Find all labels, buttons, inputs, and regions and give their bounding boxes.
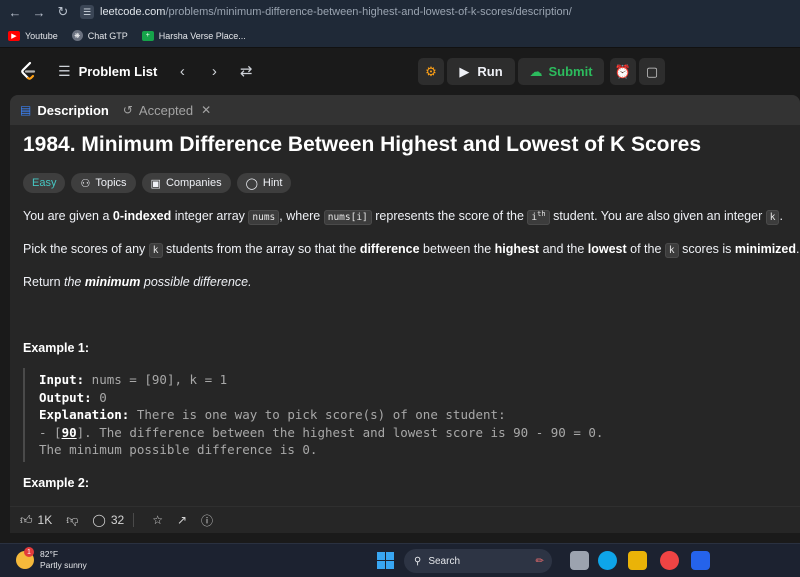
star-icon: ☆ bbox=[152, 513, 163, 527]
app-header: ☰ Problem List ‹ › ⇄ ⚙ ▶ Run ☁ Submit ⏰ … bbox=[0, 50, 800, 92]
search-highlight-icon: ✏ bbox=[535, 555, 544, 567]
chatgpt-icon: ❋ bbox=[71, 30, 83, 41]
reload-icon[interactable]: ↻ bbox=[54, 3, 72, 21]
difficulty-badge: Easy bbox=[23, 173, 66, 193]
description-panel: ▤ Description ↺ Accepted ✕ 1984. Minimum… bbox=[10, 95, 800, 533]
problem-footer: 👍︎ 1K 👎︎ ◯ 32 ☆ ↗ ⓘ bbox=[10, 506, 800, 533]
tab-accepted[interactable]: ↺ Accepted ✕ bbox=[123, 103, 211, 118]
alarm-icon: ⏰ bbox=[614, 63, 632, 79]
lock-icon: ▣ bbox=[150, 177, 161, 190]
run-button[interactable]: ▶ Run bbox=[447, 58, 515, 85]
search-icon: ⚲ bbox=[414, 555, 422, 567]
example-1-heading: Example 1: bbox=[23, 341, 90, 355]
windows-start-icon[interactable] bbox=[377, 552, 394, 569]
share-icon: ↗ bbox=[176, 513, 188, 527]
vscode-icon[interactable] bbox=[691, 551, 710, 570]
site-info-icon[interactable]: ☰ bbox=[80, 5, 94, 19]
weather-sun-icon: 1 bbox=[16, 547, 34, 569]
timer-button[interactable]: ⏰ bbox=[610, 58, 636, 85]
example-1-block: Input: nums = [90], k = 1 Output: 0 Expl… bbox=[23, 368, 623, 462]
share-button[interactable]: ↗ bbox=[177, 513, 187, 527]
weather-desc: Partly sunny bbox=[40, 560, 87, 570]
close-icon[interactable]: ✕ bbox=[201, 103, 211, 117]
problem-list-button[interactable]: ☰ Problem List bbox=[58, 63, 157, 80]
submit-button[interactable]: ☁ Submit bbox=[518, 58, 604, 85]
leetcode-logo-icon[interactable] bbox=[18, 61, 38, 81]
play-icon: ▶ bbox=[459, 63, 470, 79]
note-icon: ▢ bbox=[645, 63, 659, 79]
description-paragraph-1: You are given a 0-indexed integer array … bbox=[23, 209, 783, 225]
divider bbox=[133, 513, 135, 527]
example-1-output: Output: 0 bbox=[39, 389, 107, 405]
weather-widget[interactable]: 1 82°F Partly sunny bbox=[16, 547, 87, 571]
plus-icon: + bbox=[141, 30, 154, 41]
bookmark-harsha[interactable]: + Harsha Verse Place... bbox=[141, 30, 246, 41]
prev-problem-icon[interactable]: ‹ bbox=[175, 63, 189, 80]
list-icon: ☰ bbox=[58, 62, 71, 79]
comments-button[interactable]: ◯ 32 bbox=[92, 513, 138, 527]
debug-button[interactable]: ⚙ bbox=[418, 58, 444, 85]
companies-button[interactable]: ▣ Companies bbox=[141, 173, 231, 193]
weather-temp: 82°F bbox=[40, 549, 59, 559]
description-paragraph-3: Return the minimum possible difference. bbox=[23, 275, 252, 289]
forward-icon[interactable]: → bbox=[30, 3, 48, 21]
edge-browser-icon[interactable] bbox=[598, 551, 617, 570]
tab-description[interactable]: ▤ Description bbox=[20, 103, 109, 118]
comment-icon: ◯ bbox=[92, 513, 106, 527]
topics-button[interactable]: ⚇ Topics bbox=[71, 173, 136, 193]
hint-button[interactable]: ◯ Hint bbox=[236, 173, 292, 193]
problem-tags: Easy ⚇ Topics ▣ Companies ◯ Hint bbox=[23, 173, 297, 193]
address-bar[interactable]: ☰ leetcode.com/problems/minimum-differen… bbox=[80, 3, 572, 21]
bookmark-youtube[interactable]: ▶ Youtube bbox=[8, 30, 58, 41]
next-problem-icon[interactable]: › bbox=[207, 63, 221, 80]
history-icon: ↺ bbox=[122, 103, 133, 117]
url-text: leetcode.com/problems/minimum-difference… bbox=[100, 6, 572, 18]
back-icon[interactable]: ← bbox=[6, 3, 24, 21]
lightbulb-icon: ◯ bbox=[245, 177, 258, 190]
youtube-icon: ▶ bbox=[8, 30, 20, 41]
bookmarks-bar: ▶ Youtube ❋ Chat GTP + Harsha Verse Plac… bbox=[0, 24, 800, 48]
thumbs-down-icon: 👎︎ bbox=[66, 512, 79, 527]
example-2-heading: Example 2: bbox=[23, 476, 90, 490]
panel-tabs: ▤ Description ↺ Accepted ✕ bbox=[10, 95, 800, 125]
example-1-input: Input: nums = [90], k = 1 bbox=[39, 372, 228, 387]
notification-badge: 1 bbox=[24, 547, 34, 557]
like-button[interactable]: 👍︎ 1K bbox=[20, 513, 52, 528]
note-button[interactable]: ▢ bbox=[639, 58, 665, 85]
problem-title: 1984. Minimum Difference Between Highest… bbox=[23, 133, 701, 156]
task-view-icon[interactable] bbox=[570, 551, 589, 570]
bug-icon: ⚙ bbox=[425, 63, 437, 79]
taskbar-search[interactable]: ⚲ Search ✏ bbox=[404, 549, 552, 573]
file-explorer-icon[interactable] bbox=[628, 551, 647, 570]
example-1-explanation-line-2: - [90]. The difference between the highe… bbox=[39, 424, 604, 440]
shuffle-icon[interactable]: ⇄ bbox=[239, 62, 253, 80]
favorite-button[interactable]: ☆ bbox=[152, 513, 163, 527]
chrome-browser-icon[interactable] bbox=[660, 551, 679, 570]
cloud-upload-icon: ☁ bbox=[529, 63, 543, 79]
description-paragraph-2: Pick the scores of any k students from t… bbox=[23, 242, 800, 258]
os-taskbar: 1 82°F Partly sunny ⚲ Search ✏ bbox=[0, 543, 800, 577]
example-1-explanation: Explanation: There is one way to pick sc… bbox=[39, 407, 506, 422]
thumbs-up-icon: 👍︎ bbox=[20, 512, 33, 527]
help-button[interactable]: ⓘ bbox=[201, 512, 213, 529]
dislike-button[interactable]: 👎︎ bbox=[66, 513, 78, 528]
run-toolbar: ⚙ ▶ Run ☁ Submit ⏰ ▢ bbox=[418, 58, 668, 85]
bookmark-chatgpt[interactable]: ❋ Chat GTP bbox=[71, 30, 128, 41]
tag-icon: ⚇ bbox=[80, 177, 91, 190]
question-icon: ⓘ bbox=[201, 513, 214, 528]
browser-toolbar: ← → ↻ ☰ leetcode.com/problems/minimum-di… bbox=[0, 0, 800, 24]
example-1-explanation-line-3: The minimum possible difference is 0. bbox=[39, 442, 318, 457]
document-icon: ▤ bbox=[20, 103, 32, 117]
